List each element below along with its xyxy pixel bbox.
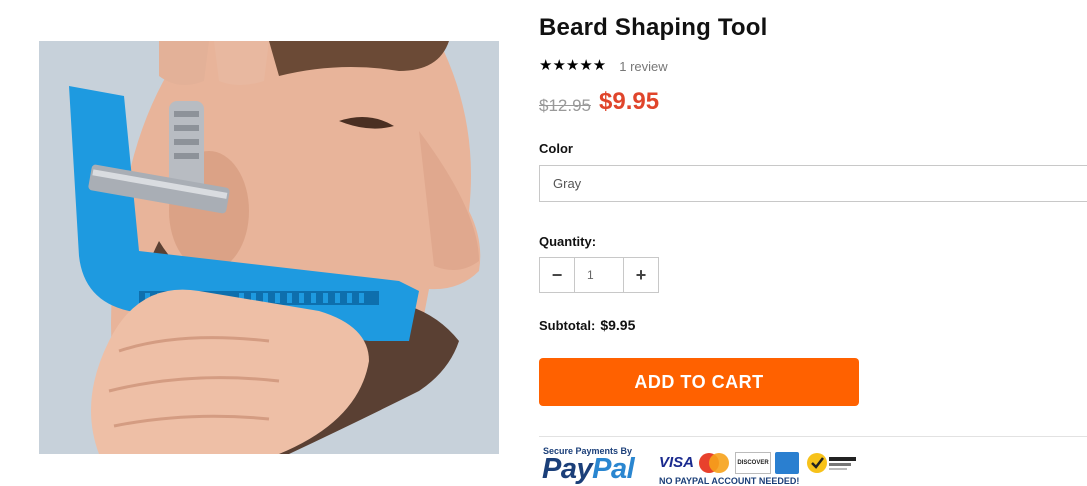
subtotal: Subtotal: $9.95 [539,317,635,333]
color-select[interactable]: Gray [539,165,1087,202]
divider [539,436,1087,437]
quantity-increase-button[interactable]: + [623,258,658,292]
amex-icon [775,452,799,474]
product-image [39,41,499,454]
product-rating: ★★★★★ 1 review [539,57,668,75]
review-count-link[interactable]: 1 review [619,59,667,74]
mastercard-icon [698,452,730,474]
norton-icon [806,452,858,474]
paypal-logo: PayPal [542,453,635,485]
secure-payment-badges: Secure Payments By PayPal VISA DISCOVER … [541,446,861,486]
quantity-decrease-button[interactable]: − [540,258,575,292]
original-price: $12.95 [539,96,591,115]
subtotal-label: Subtotal: [539,318,596,333]
plus-icon: + [635,264,647,285]
minus-icon: − [551,264,563,285]
sale-price: $9.95 [599,88,660,115]
visa-logo: VISA [659,454,695,471]
quantity-stepper: − + [539,257,659,293]
color-label: Color [539,141,573,156]
subtotal-value: $9.95 [600,317,636,333]
paypal-logo-pal: Pal [592,453,635,485]
star-icon: ★★★★★ [539,57,607,74]
quantity-input[interactable] [575,258,623,292]
paypal-logo-pay: Pay [542,453,593,485]
discover-logo: DISCOVER [735,452,771,474]
add-to-cart-button[interactable]: ADD TO CART [539,358,859,406]
quantity-label: Quantity: [539,234,597,249]
product-title: Beard Shaping Tool [539,14,768,41]
color-select-value: Gray [553,176,582,191]
